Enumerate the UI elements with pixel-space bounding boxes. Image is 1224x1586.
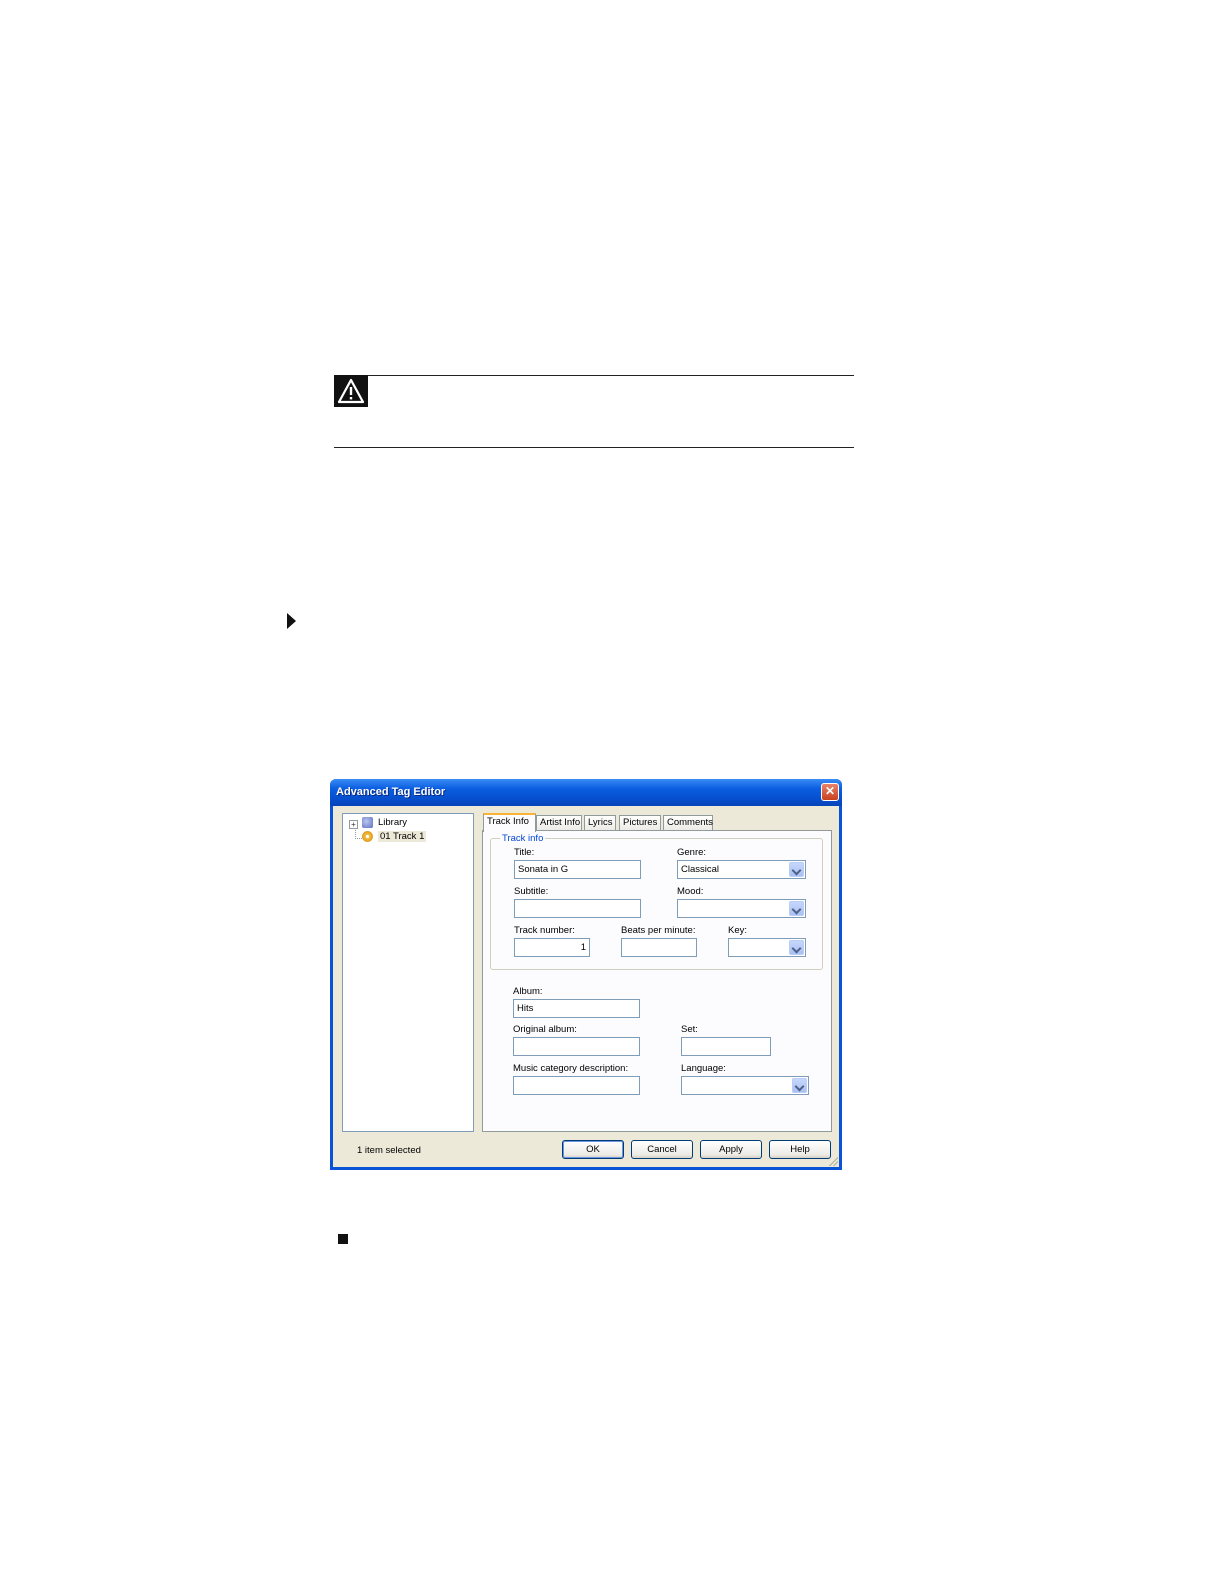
help-button[interactable]: Help xyxy=(769,1140,831,1159)
title-label: Title: xyxy=(514,847,535,858)
music-category-label: Music category description: xyxy=(513,1063,629,1074)
caution-bottom-rule xyxy=(334,447,854,448)
original-album-field[interactable] xyxy=(513,1037,640,1056)
track-info-panel: Track info Title: Sonata in G Genre: Cla… xyxy=(482,830,832,1132)
bpm-label: Beats per minute: xyxy=(621,925,696,936)
advanced-tag-editor-dialog: Advanced Tag Editor ✕ + Library 01 Track… xyxy=(330,779,842,1170)
chevron-down-icon[interactable] xyxy=(789,940,804,955)
track-info-group: Track info Title: Sonata in G Genre: Cla… xyxy=(490,833,823,970)
warning-icon xyxy=(334,375,368,407)
album-field[interactable]: Hits xyxy=(513,999,640,1018)
genre-value: Classical xyxy=(681,864,720,875)
expand-icon[interactable]: + xyxy=(349,820,358,829)
subtitle-label: Subtitle: xyxy=(514,886,549,897)
key-select[interactable] xyxy=(728,938,806,957)
chevron-down-icon[interactable] xyxy=(789,862,804,877)
resize-grip-icon[interactable] xyxy=(828,1156,838,1166)
tree-item-label: Library xyxy=(378,817,408,828)
set-field[interactable] xyxy=(681,1037,771,1056)
original-album-label: Original album: xyxy=(513,1024,577,1035)
tab-lyrics[interactable]: Lyrics xyxy=(584,815,616,830)
tree-item-label: 01 Track 1 xyxy=(378,831,427,842)
ok-button[interactable]: OK xyxy=(562,1140,624,1159)
end-marker-icon xyxy=(338,1234,348,1244)
language-select[interactable] xyxy=(681,1076,809,1095)
chevron-down-icon[interactable] xyxy=(789,901,804,916)
tab-artist-info[interactable]: Artist Info xyxy=(536,815,582,830)
music-category-field[interactable] xyxy=(513,1076,640,1095)
key-label: Key: xyxy=(728,925,748,936)
step-arrow-icon xyxy=(287,613,296,629)
library-icon xyxy=(362,816,373,828)
genre-select[interactable]: Classical xyxy=(677,860,806,879)
library-tree[interactable]: + Library 01 Track 1 xyxy=(342,813,474,1132)
set-label: Set: xyxy=(681,1024,698,1035)
track-number-label: Track number: xyxy=(514,925,575,936)
tab-comments[interactable]: Comments xyxy=(663,815,713,830)
bpm-field[interactable] xyxy=(621,938,697,957)
music-track-icon xyxy=(362,830,373,842)
close-button[interactable]: ✕ xyxy=(821,783,839,801)
cancel-button[interactable]: Cancel xyxy=(631,1140,693,1159)
group-label: Track info xyxy=(500,833,546,844)
tree-item-track[interactable]: 01 Track 1 xyxy=(362,830,427,843)
caution-top-rule xyxy=(334,375,854,376)
title-bar[interactable]: Advanced Tag Editor ✕ xyxy=(330,779,842,806)
dialog-client-area: + Library 01 Track 1 Track Info Artist I… xyxy=(333,806,839,1167)
mood-label: Mood: xyxy=(677,886,704,897)
tab-pictures[interactable]: Pictures xyxy=(619,815,661,830)
apply-button[interactable]: Apply xyxy=(700,1140,762,1159)
status-text: 1 item selected xyxy=(357,1145,421,1156)
track-number-field[interactable]: 1 xyxy=(514,938,590,957)
chevron-down-icon[interactable] xyxy=(792,1078,807,1093)
title-field[interactable]: Sonata in G xyxy=(514,860,641,879)
album-label: Album: xyxy=(513,986,543,997)
subtitle-field[interactable] xyxy=(514,899,641,918)
tree-item-library[interactable]: Library xyxy=(362,816,407,829)
mood-select[interactable] xyxy=(677,899,806,918)
dialog-title: Advanced Tag Editor xyxy=(336,786,446,798)
tab-track-info[interactable]: Track Info xyxy=(483,813,536,832)
genre-label: Genre: xyxy=(677,847,707,858)
language-label: Language: xyxy=(681,1063,726,1074)
